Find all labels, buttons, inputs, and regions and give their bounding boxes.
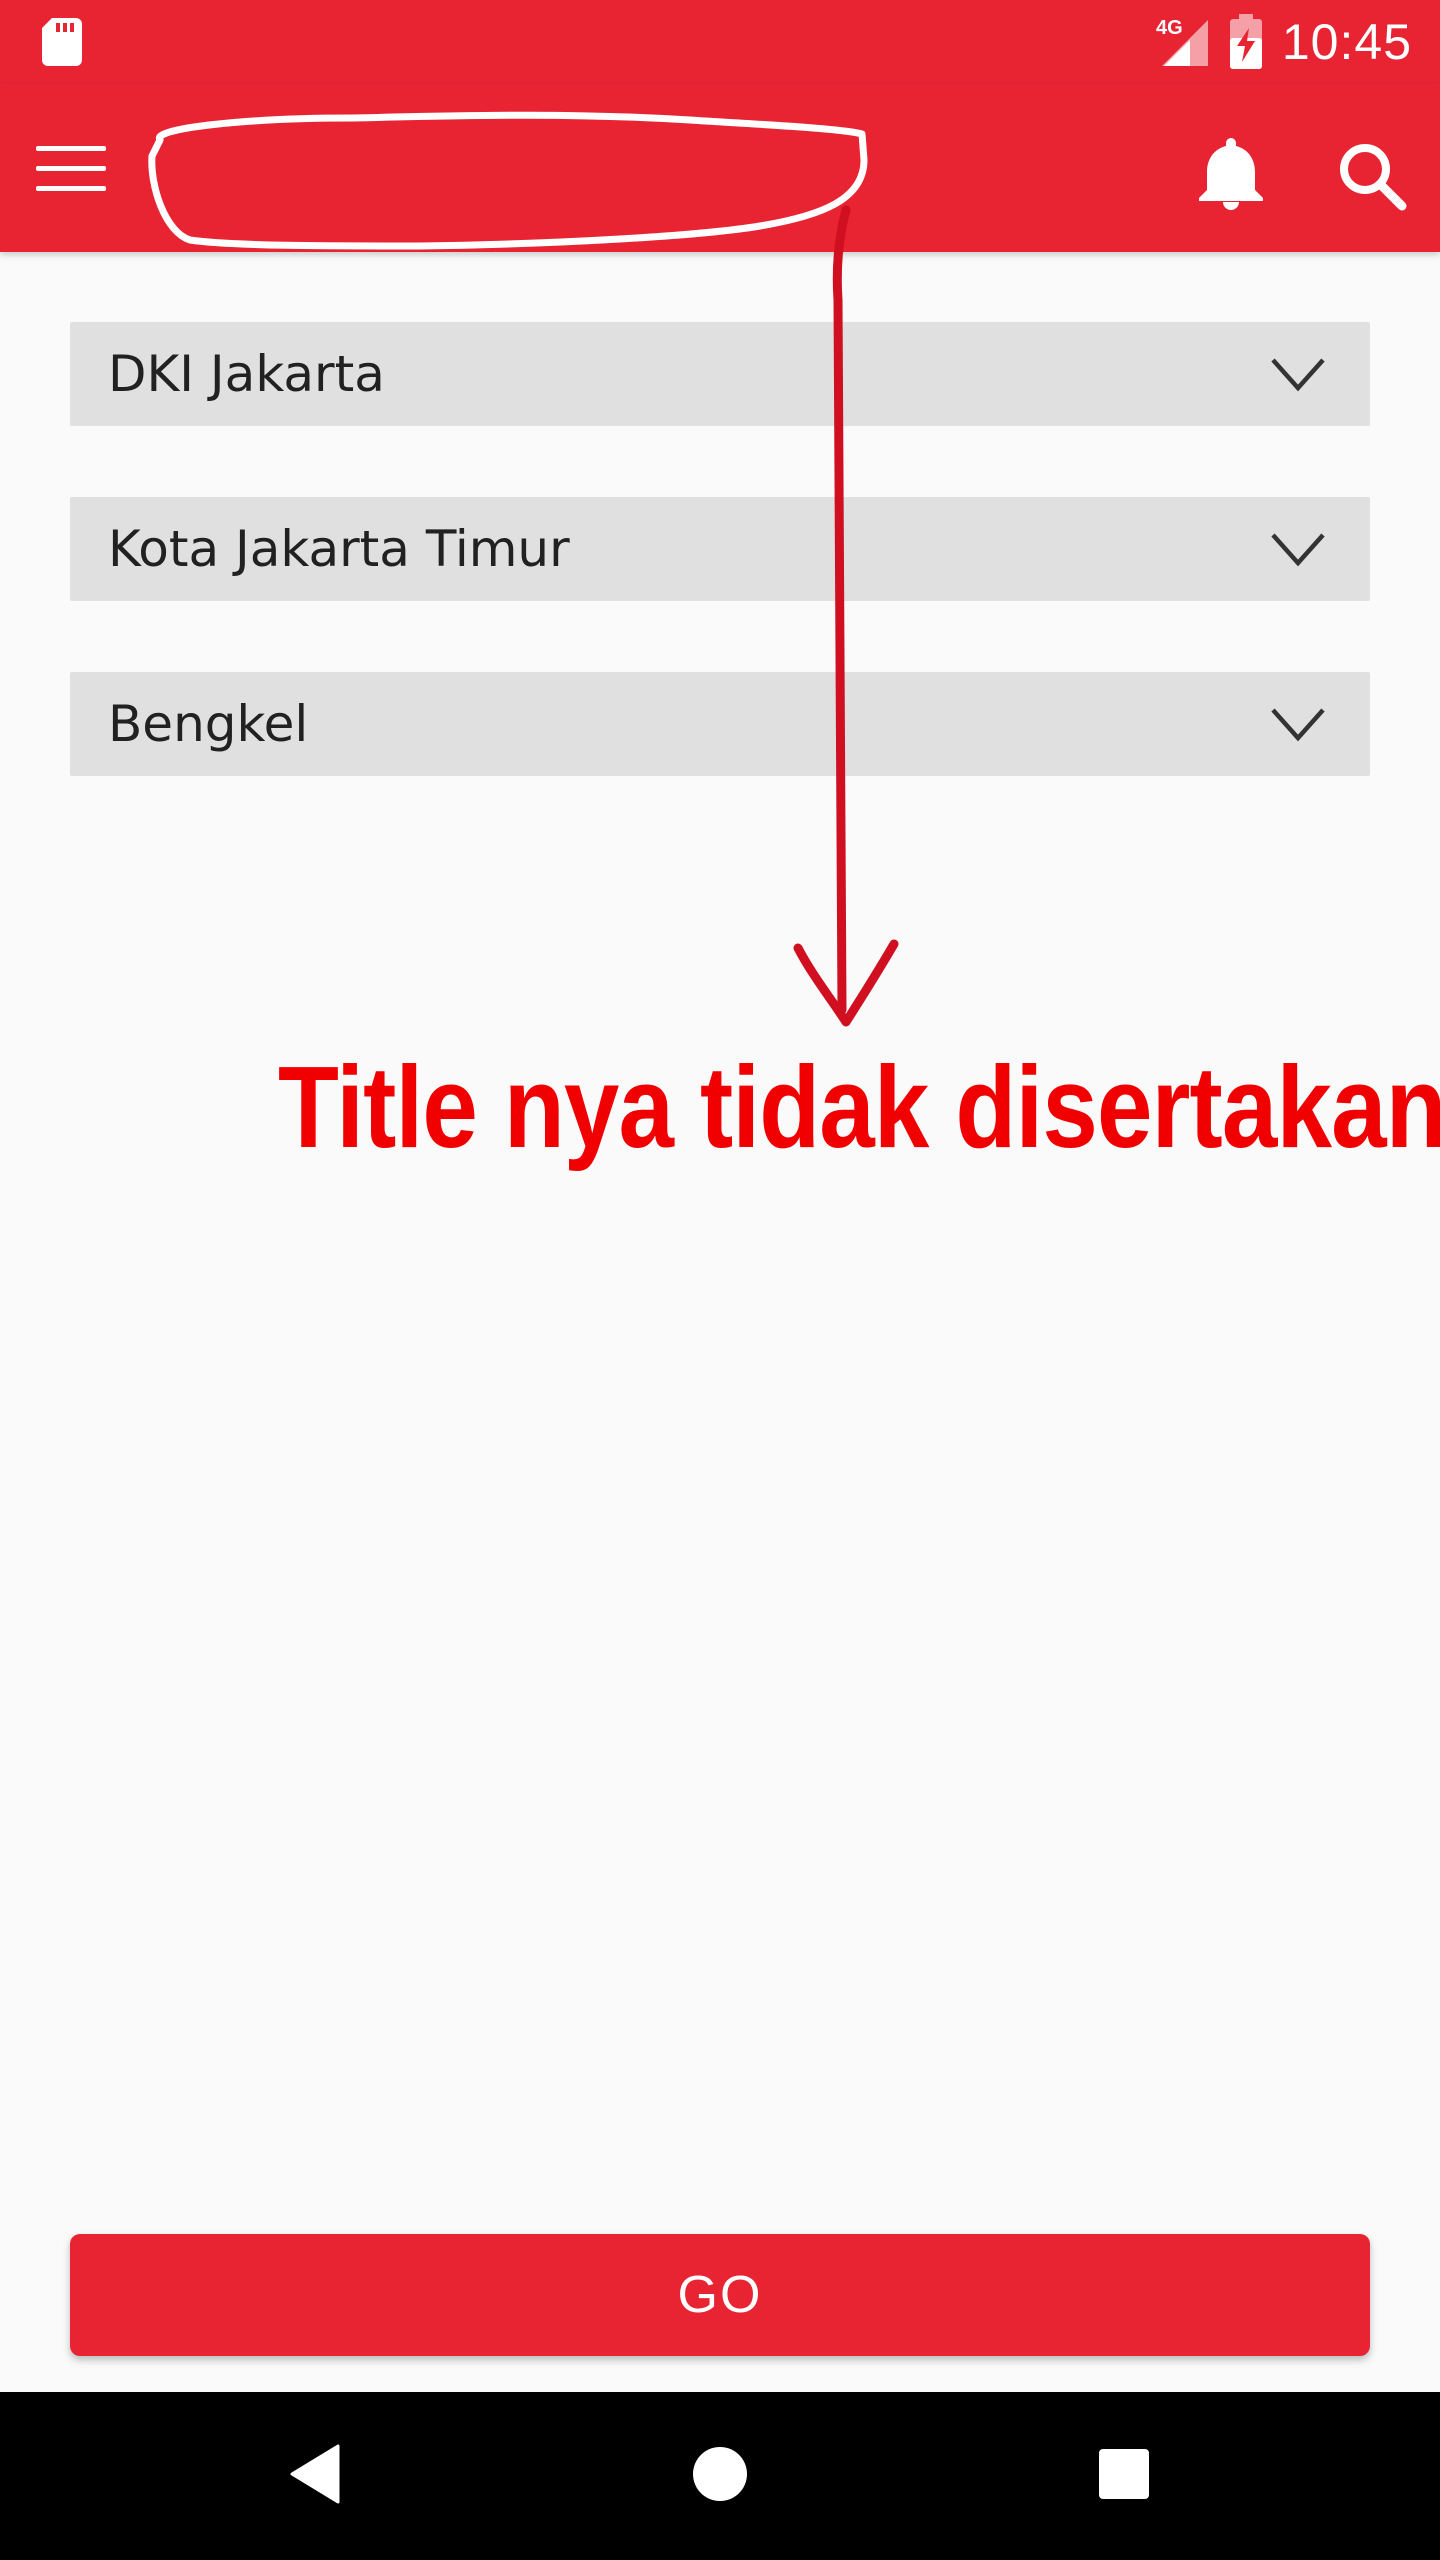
annotation-arrow-head <box>793 939 899 1027</box>
chevron-down-icon <box>1271 358 1325 392</box>
search-icon[interactable] <box>1336 140 1408 212</box>
svg-text:4G: 4G <box>1156 17 1183 39</box>
sd-card-icon <box>42 18 82 66</box>
screen: 4G 10:45 DKI Jakarta Kota Jakarta Timur … <box>0 0 1440 2560</box>
signal-4g-icon: 4G <box>1156 17 1208 66</box>
category-dropdown[interactable]: Bengkel <box>70 672 1370 776</box>
status-icons: 4G 10:45 <box>1154 0 1412 84</box>
navigation-bar <box>0 2392 1440 2560</box>
recents-icon[interactable] <box>1098 2448 1150 2500</box>
city-dropdown-value: Kota Jakarta Timur <box>108 520 570 578</box>
battery-charging-icon <box>1229 14 1262 69</box>
province-dropdown-value: DKI Jakarta <box>108 345 385 403</box>
city-dropdown[interactable]: Kota Jakarta Timur <box>70 497 1370 601</box>
chevron-down-icon <box>1271 533 1325 567</box>
menu-icon-line-middle <box>36 166 106 171</box>
chevron-down-icon <box>1271 708 1325 742</box>
back-icon[interactable] <box>288 2444 340 2504</box>
menu-icon-line-bottom <box>36 186 106 191</box>
go-button-label: GO <box>677 2266 763 2324</box>
status-bar: 4G 10:45 <box>0 0 1440 84</box>
home-icon[interactable] <box>692 2446 748 2502</box>
annotation-text: Title nya tidak disertakan <box>278 1042 1440 1172</box>
bell-icon[interactable] <box>1196 134 1266 210</box>
go-button[interactable]: GO <box>70 2234 1370 2356</box>
app-bar <box>0 84 1440 252</box>
menu-button[interactable] <box>36 138 106 198</box>
category-dropdown-value: Bengkel <box>108 695 309 753</box>
clock: 10:45 <box>1281 14 1412 70</box>
province-dropdown[interactable]: DKI Jakarta <box>70 322 1370 426</box>
menu-icon-line-top <box>36 146 106 151</box>
